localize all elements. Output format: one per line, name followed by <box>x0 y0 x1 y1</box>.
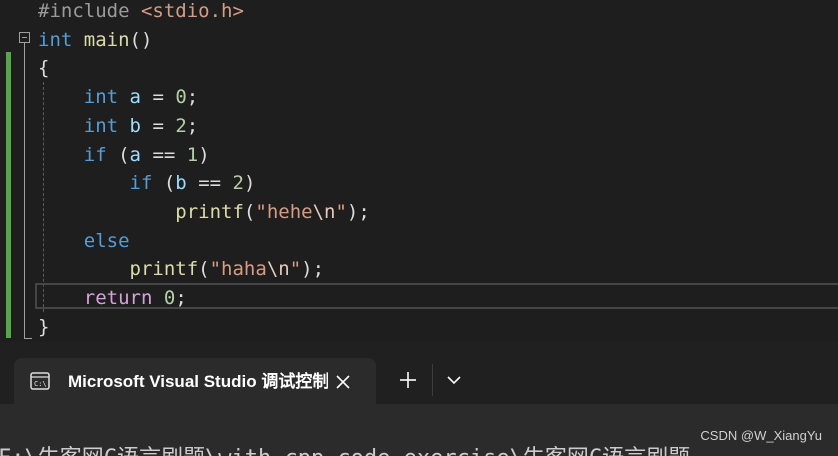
plus-icon[interactable] <box>394 366 422 394</box>
code-token: = <box>141 86 176 109</box>
code-token: == <box>141 143 187 166</box>
code-line: { <box>38 54 49 82</box>
code-token: printf <box>175 200 244 223</box>
code-token: \n <box>312 200 336 223</box>
code-token: " <box>335 200 347 223</box>
screenshot-root: #include <stdio.h> int main(){ int a = 0;… <box>0 0 838 456</box>
code-line: return 0; <box>38 284 187 312</box>
code-line: else <box>38 227 130 255</box>
code-token: 2 <box>232 172 244 195</box>
svg-text:C:\: C:\ <box>34 380 47 388</box>
code-token: if <box>129 172 153 195</box>
code-token: "hehe <box>255 200 313 223</box>
code-token: { <box>38 57 50 80</box>
code-token: } <box>38 315 50 338</box>
code-token: 0 <box>175 86 187 109</box>
code-token: ; <box>186 114 199 137</box>
close-icon[interactable] <box>332 371 354 393</box>
code-line: int a = 0; <box>38 83 198 111</box>
code-token: 2 <box>175 114 187 137</box>
outline-fold-end <box>24 338 32 339</box>
code-token: ( <box>152 172 176 195</box>
outline-fold-line <box>24 43 25 339</box>
code-line: int main() <box>38 26 152 54</box>
code-token: a <box>129 143 141 166</box>
code-token: b <box>175 172 187 195</box>
code-token: 1 <box>186 143 199 166</box>
code-token: ); <box>301 258 325 281</box>
code-token: int <box>83 86 119 109</box>
code-token: #include <box>38 0 141 22</box>
watermark: CSDN @W_XiangYu <box>700 428 822 443</box>
code-line: printf("hehe\n"); <box>38 198 370 226</box>
change-tracking-bar <box>6 52 11 338</box>
code-line: #include <stdio.h> <box>38 0 244 25</box>
code-token: main <box>83 28 130 51</box>
code-token: return <box>83 287 153 309</box>
code-token: == <box>186 172 233 195</box>
code-token: " <box>289 258 302 281</box>
console-output-text: F:\牛客网C语言刷题\with_cpp_code_exercise\牛客网C语… <box>0 444 838 456</box>
tab-separator <box>432 364 433 396</box>
code-token: () <box>129 28 153 51</box>
code-token: ) <box>243 172 256 195</box>
code-token: else <box>83 229 130 252</box>
collapse-icon[interactable] <box>19 32 30 43</box>
code-line: } <box>38 313 49 340</box>
code-token: int <box>38 28 73 51</box>
code-token: ( <box>106 143 130 166</box>
code-line: if (b == 2) <box>38 169 256 197</box>
code-token: \n <box>266 258 290 281</box>
debug-console-window: C:\ Microsoft Visual Studio 调试控制台 F:\牛客网… <box>0 342 838 456</box>
code-token: ) <box>198 143 210 166</box>
code-token: int <box>83 114 119 137</box>
code-token: 0 <box>163 287 176 309</box>
tab-strip: C:\ Microsoft Visual Studio 调试控制台 <box>0 342 838 406</box>
code-line: if (a == 1) <box>38 141 210 169</box>
chevron-down-icon[interactable] <box>442 366 466 394</box>
code-token: ; <box>186 86 199 109</box>
console-icon: C:\ <box>30 372 50 390</box>
code-token: ( <box>243 200 256 223</box>
code-token: "haha <box>209 258 267 281</box>
code-line: int b = 2; <box>38 112 198 140</box>
code-token: ; <box>175 287 187 309</box>
code-line: printf("haha\n"); <box>38 255 325 283</box>
code-editor[interactable]: #include <stdio.h> int main(){ int a = 0;… <box>0 0 838 340</box>
code-token: a <box>129 86 141 109</box>
code-token: printf <box>129 258 199 281</box>
code-token: ( <box>198 258 210 281</box>
code-token: <stdio.h> <box>140 0 244 22</box>
tab-debug-console[interactable]: C:\ Microsoft Visual Studio 调试控制台 <box>14 358 376 406</box>
code-token: if <box>83 143 107 166</box>
code-token: ); <box>346 200 370 223</box>
code-token: = <box>141 114 176 137</box>
tab-title: Microsoft Visual Studio 调试控制台 <box>68 372 328 391</box>
code-token: b <box>129 114 141 137</box>
